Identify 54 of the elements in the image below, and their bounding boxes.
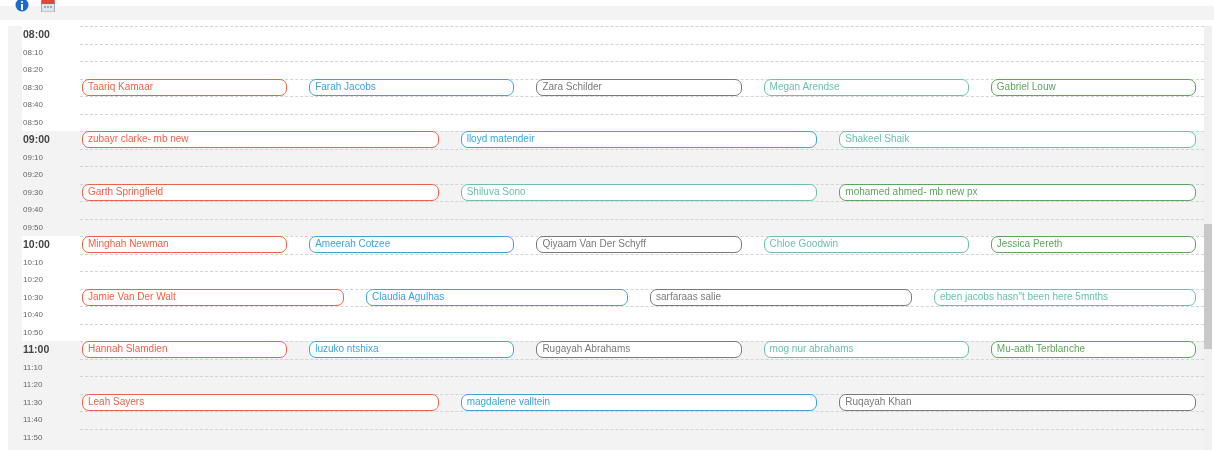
appointment[interactable]: Ameerah Cotzee — [309, 236, 515, 253]
hour-label: 10:00 — [22, 237, 51, 252]
appointment[interactable]: Shiluva Sono — [460, 183, 818, 201]
time-label: 09:20 — [22, 169, 45, 181]
time-label: 08:10 — [22, 46, 45, 59]
appointment[interactable]: Farah Jacobs — [309, 78, 515, 96]
time-label: 09:40 — [22, 204, 45, 216]
appointment[interactable]: Minghah Newman — [82, 236, 288, 253]
time-label: 08:20 — [22, 64, 45, 76]
time-label: 11:30 — [22, 396, 44, 409]
appointment[interactable]: Jessica Pereth — [990, 236, 1196, 253]
time-label: 10:30 — [22, 291, 45, 304]
time-label: 08:30 — [22, 81, 45, 94]
time-label: 09:10 — [22, 151, 45, 164]
appointment[interactable]: zubayr clarke- mb new — [82, 131, 439, 148]
time-label: 11:10 — [22, 361, 44, 374]
time-label: 08:40 — [22, 99, 45, 111]
appointment[interactable]: Hannah Slamdien — [82, 341, 288, 358]
appointment[interactable]: Zara Schilder — [536, 78, 742, 96]
time-label: 08:50 — [22, 116, 45, 129]
appointment[interactable]: Megan Arendse — [763, 78, 969, 96]
time-label: 11:20 — [22, 379, 44, 391]
appointment[interactable]: luzuko ntshixa — [309, 341, 515, 358]
hour-label: 08:00 — [22, 27, 51, 42]
time-label: 09:50 — [22, 221, 45, 234]
time-label: 10:50 — [22, 326, 45, 339]
appointment[interactable]: Leah Sayers — [82, 393, 439, 411]
time-label: 10:10 — [22, 256, 45, 269]
hour-label: 11:00 — [22, 342, 51, 357]
appointment[interactable]: Qiyaam Van Der Schyff — [536, 236, 742, 253]
appointment[interactable]: Jamie Van Der Walt — [82, 288, 344, 306]
appointment[interactable]: Mu-aath Terblanche — [990, 341, 1196, 358]
appointment[interactable]: Shakeel Shaik — [839, 131, 1196, 148]
appointment[interactable]: lloyd matendeir — [460, 131, 818, 148]
appointment[interactable]: mog nur abrahams — [763, 341, 969, 358]
time-label: 09:30 — [22, 186, 45, 199]
time-label: 11:40 — [22, 414, 44, 426]
time-label: 10:20 — [22, 274, 45, 286]
appointment[interactable]: Taariq Kamaar — [82, 78, 288, 96]
info-icon[interactable] — [15, 0, 29, 12]
time-label: 11:50 — [22, 431, 44, 444]
appointment[interactable]: Garth Springfield — [82, 183, 439, 201]
appointment[interactable]: Rugayah Abrahams — [536, 341, 742, 358]
appointment[interactable]: magdalene valltein — [460, 393, 818, 411]
appointment[interactable]: Gabriel Louw — [990, 78, 1196, 96]
appointment[interactable]: Ruqayah Khan — [839, 393, 1196, 411]
hour-label: 09:00 — [22, 132, 51, 147]
appointment[interactable]: sarfaraas salie — [650, 288, 912, 306]
calendar-icon[interactable] — [41, 0, 55, 12]
appointment[interactable]: mohamed ahmed- mb new px — [839, 183, 1196, 201]
appointment[interactable]: Chloe Goodwin — [763, 236, 969, 253]
time-label: 10:40 — [22, 309, 45, 321]
appointment[interactable]: Claudia Agulhas — [366, 288, 628, 306]
appointment[interactable]: eben jacobs hasn"t been here 5mnths — [934, 288, 1196, 306]
